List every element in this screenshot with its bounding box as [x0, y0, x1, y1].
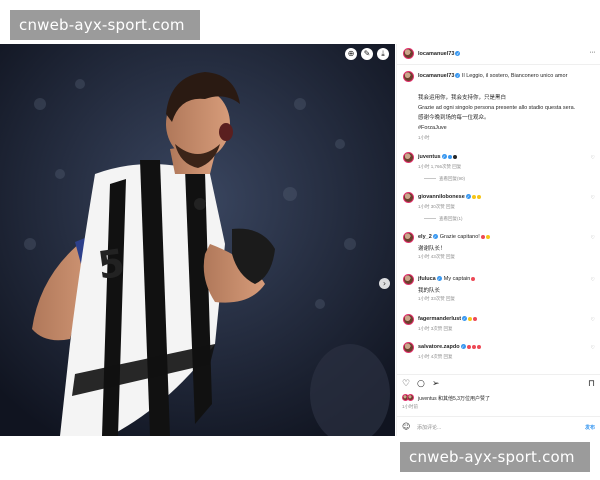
post-time: 1小时前	[402, 404, 419, 409]
caption-avatar[interactable]	[403, 71, 414, 82]
comment-username[interactable]: ely_2	[418, 234, 432, 240]
comment-meta: 1小时 4次赞 回复	[418, 354, 453, 359]
comment-avatar[interactable]	[403, 192, 414, 203]
post-comment-button[interactable]: 发布	[585, 424, 595, 431]
player-image: 5	[0, 44, 395, 436]
caption-line-2: 我会运用你，我会支持你，只是黑白	[418, 95, 507, 101]
comment-username[interactable]: fagermanderlust	[418, 316, 461, 322]
emoji-icon[interactable]: ☺	[402, 422, 410, 431]
comment-meta: 1小时 1,766次赞 回复	[418, 164, 462, 169]
comment-avatar[interactable]	[403, 342, 414, 353]
comment-username[interactable]: juventus	[418, 154, 441, 160]
heart-icon[interactable]: ♡	[402, 379, 410, 389]
edit-icon[interactable]: ✎	[361, 48, 373, 60]
verified-icon: ✓	[460, 344, 466, 350]
emoji-icon	[447, 154, 452, 159]
post-header: locamanuel73 ✓ ···	[397, 44, 600, 65]
comment-like-icon[interactable]: ♡	[591, 235, 595, 241]
verified-icon: ✓	[455, 51, 461, 57]
comment-input-bar: ☺ 添加评论... 发布	[397, 416, 600, 437]
comment-username[interactable]: giovannilobonese	[418, 194, 465, 200]
view-replies-label: 查看回复(1)	[439, 216, 463, 221]
watermark-bottom: cnweb-ayx-sport.com	[400, 442, 590, 472]
comment-line: ely_2 ✓ Grazie capitano!	[418, 234, 490, 240]
caption-username[interactable]: locamanuel73	[418, 73, 454, 79]
emoji-icon	[466, 344, 471, 349]
comment-line: giovannilobonese ✓	[418, 194, 481, 200]
caption-hashtag[interactable]: #ForzaJuve	[418, 125, 447, 131]
divider	[424, 218, 436, 220]
comment-icon[interactable]: ○	[417, 379, 425, 389]
more-options-button[interactable]: ···	[590, 49, 596, 56]
verified-icon: ✓	[441, 154, 447, 160]
post-photo: 5 ⊕ ✎ ⤓ ›	[0, 44, 395, 436]
comment-like-icon[interactable]: ♡	[591, 345, 595, 351]
comment-text: Grazie capitano!	[439, 234, 480, 240]
next-photo-button[interactable]: ›	[379, 278, 390, 289]
comment-username[interactable]: jfuluca	[418, 276, 436, 282]
verified-icon: ✓	[432, 234, 438, 240]
comment-meta: 1小时 33次赞 回复	[418, 296, 456, 301]
view-replies-link[interactable]: 查看回复(1)	[424, 216, 463, 222]
comment-avatar[interactable]	[403, 232, 414, 243]
emoji-icon	[476, 344, 481, 349]
likes-summary[interactable]: juventus 和其他5,3万位用户赞了	[418, 395, 490, 402]
caption-line-1: locamanuel73 ✓ Il Leggio, il sostero, Bia…	[418, 73, 568, 79]
download-icon[interactable]: ⤓	[377, 48, 389, 60]
comment-username[interactable]: salvatore.zapdo	[418, 344, 460, 350]
comment-meta: 1小时 3次赞 回复	[418, 326, 453, 331]
liker-avatar	[407, 394, 414, 401]
divider	[424, 178, 436, 180]
emoji-icon	[485, 234, 490, 239]
comment-avatar[interactable]	[403, 274, 414, 285]
emoji-icon	[468, 316, 473, 321]
comment-line: juventus ✓	[418, 154, 457, 160]
caption-line-4: 感谢今晚到场的每一位观众。	[418, 115, 490, 121]
emoji-icon	[471, 276, 476, 281]
emoji-icon	[480, 234, 485, 239]
watermark-top: cnweb-ayx-sport.com	[10, 10, 200, 40]
comment-like-icon[interactable]: ♡	[591, 277, 595, 283]
caption-line-3: Grazie ad ogni singolo persona presente …	[418, 105, 576, 111]
comment-line: fagermanderlust ✓	[418, 316, 478, 322]
emoji-icon	[452, 154, 457, 159]
crosshair-icon[interactable]: ⊕	[345, 48, 357, 60]
emoji-icon	[476, 194, 481, 199]
comment-line: salvatore.zapdo ✓	[418, 344, 481, 350]
comment-meta: 1小时 43次赞 回复	[418, 254, 456, 259]
post-side-panel: locamanuel73 ✓ ··· locamanuel73 ✓ Il Leggi…	[396, 44, 600, 436]
emoji-icon	[471, 344, 476, 349]
header-username[interactable]: locamanuel73 ✓	[418, 51, 461, 57]
comment-like-icon[interactable]: ♡	[591, 317, 595, 323]
comment-avatar[interactable]	[403, 314, 414, 325]
avatar[interactable]	[403, 48, 414, 59]
comment-line: jfuluca ✓ My captain	[418, 276, 476, 282]
caption-time: 1小时	[418, 135, 430, 140]
view-replies-link[interactable]: 查看回复(90)	[424, 176, 465, 182]
verified-icon: ✓	[436, 276, 442, 282]
verified-icon: ✓	[465, 194, 471, 200]
share-icon[interactable]: ➢	[432, 379, 440, 389]
comment-like-icon[interactable]: ♡	[591, 195, 595, 201]
comment-avatar[interactable]	[403, 152, 414, 163]
comment-text: My captain	[443, 276, 471, 282]
verified-icon: ✓	[462, 316, 468, 322]
comment-text-translated: 谢谢队长！	[418, 246, 446, 252]
photo-toolbar: ⊕ ✎ ⤓	[345, 48, 389, 60]
comment-text-translated: 我的队长	[418, 288, 441, 294]
verified-icon: ✓	[455, 73, 461, 79]
comment-input[interactable]: 添加评论...	[417, 424, 441, 431]
emoji-icon	[473, 316, 478, 321]
bookmark-icon[interactable]: ⊓	[588, 379, 595, 389]
emoji-icon	[471, 194, 476, 199]
view-replies-label: 查看回复(90)	[439, 176, 466, 181]
comment-meta: 1小时 30次赞 回复	[418, 204, 456, 209]
comment-like-icon[interactable]: ♡	[591, 155, 595, 161]
